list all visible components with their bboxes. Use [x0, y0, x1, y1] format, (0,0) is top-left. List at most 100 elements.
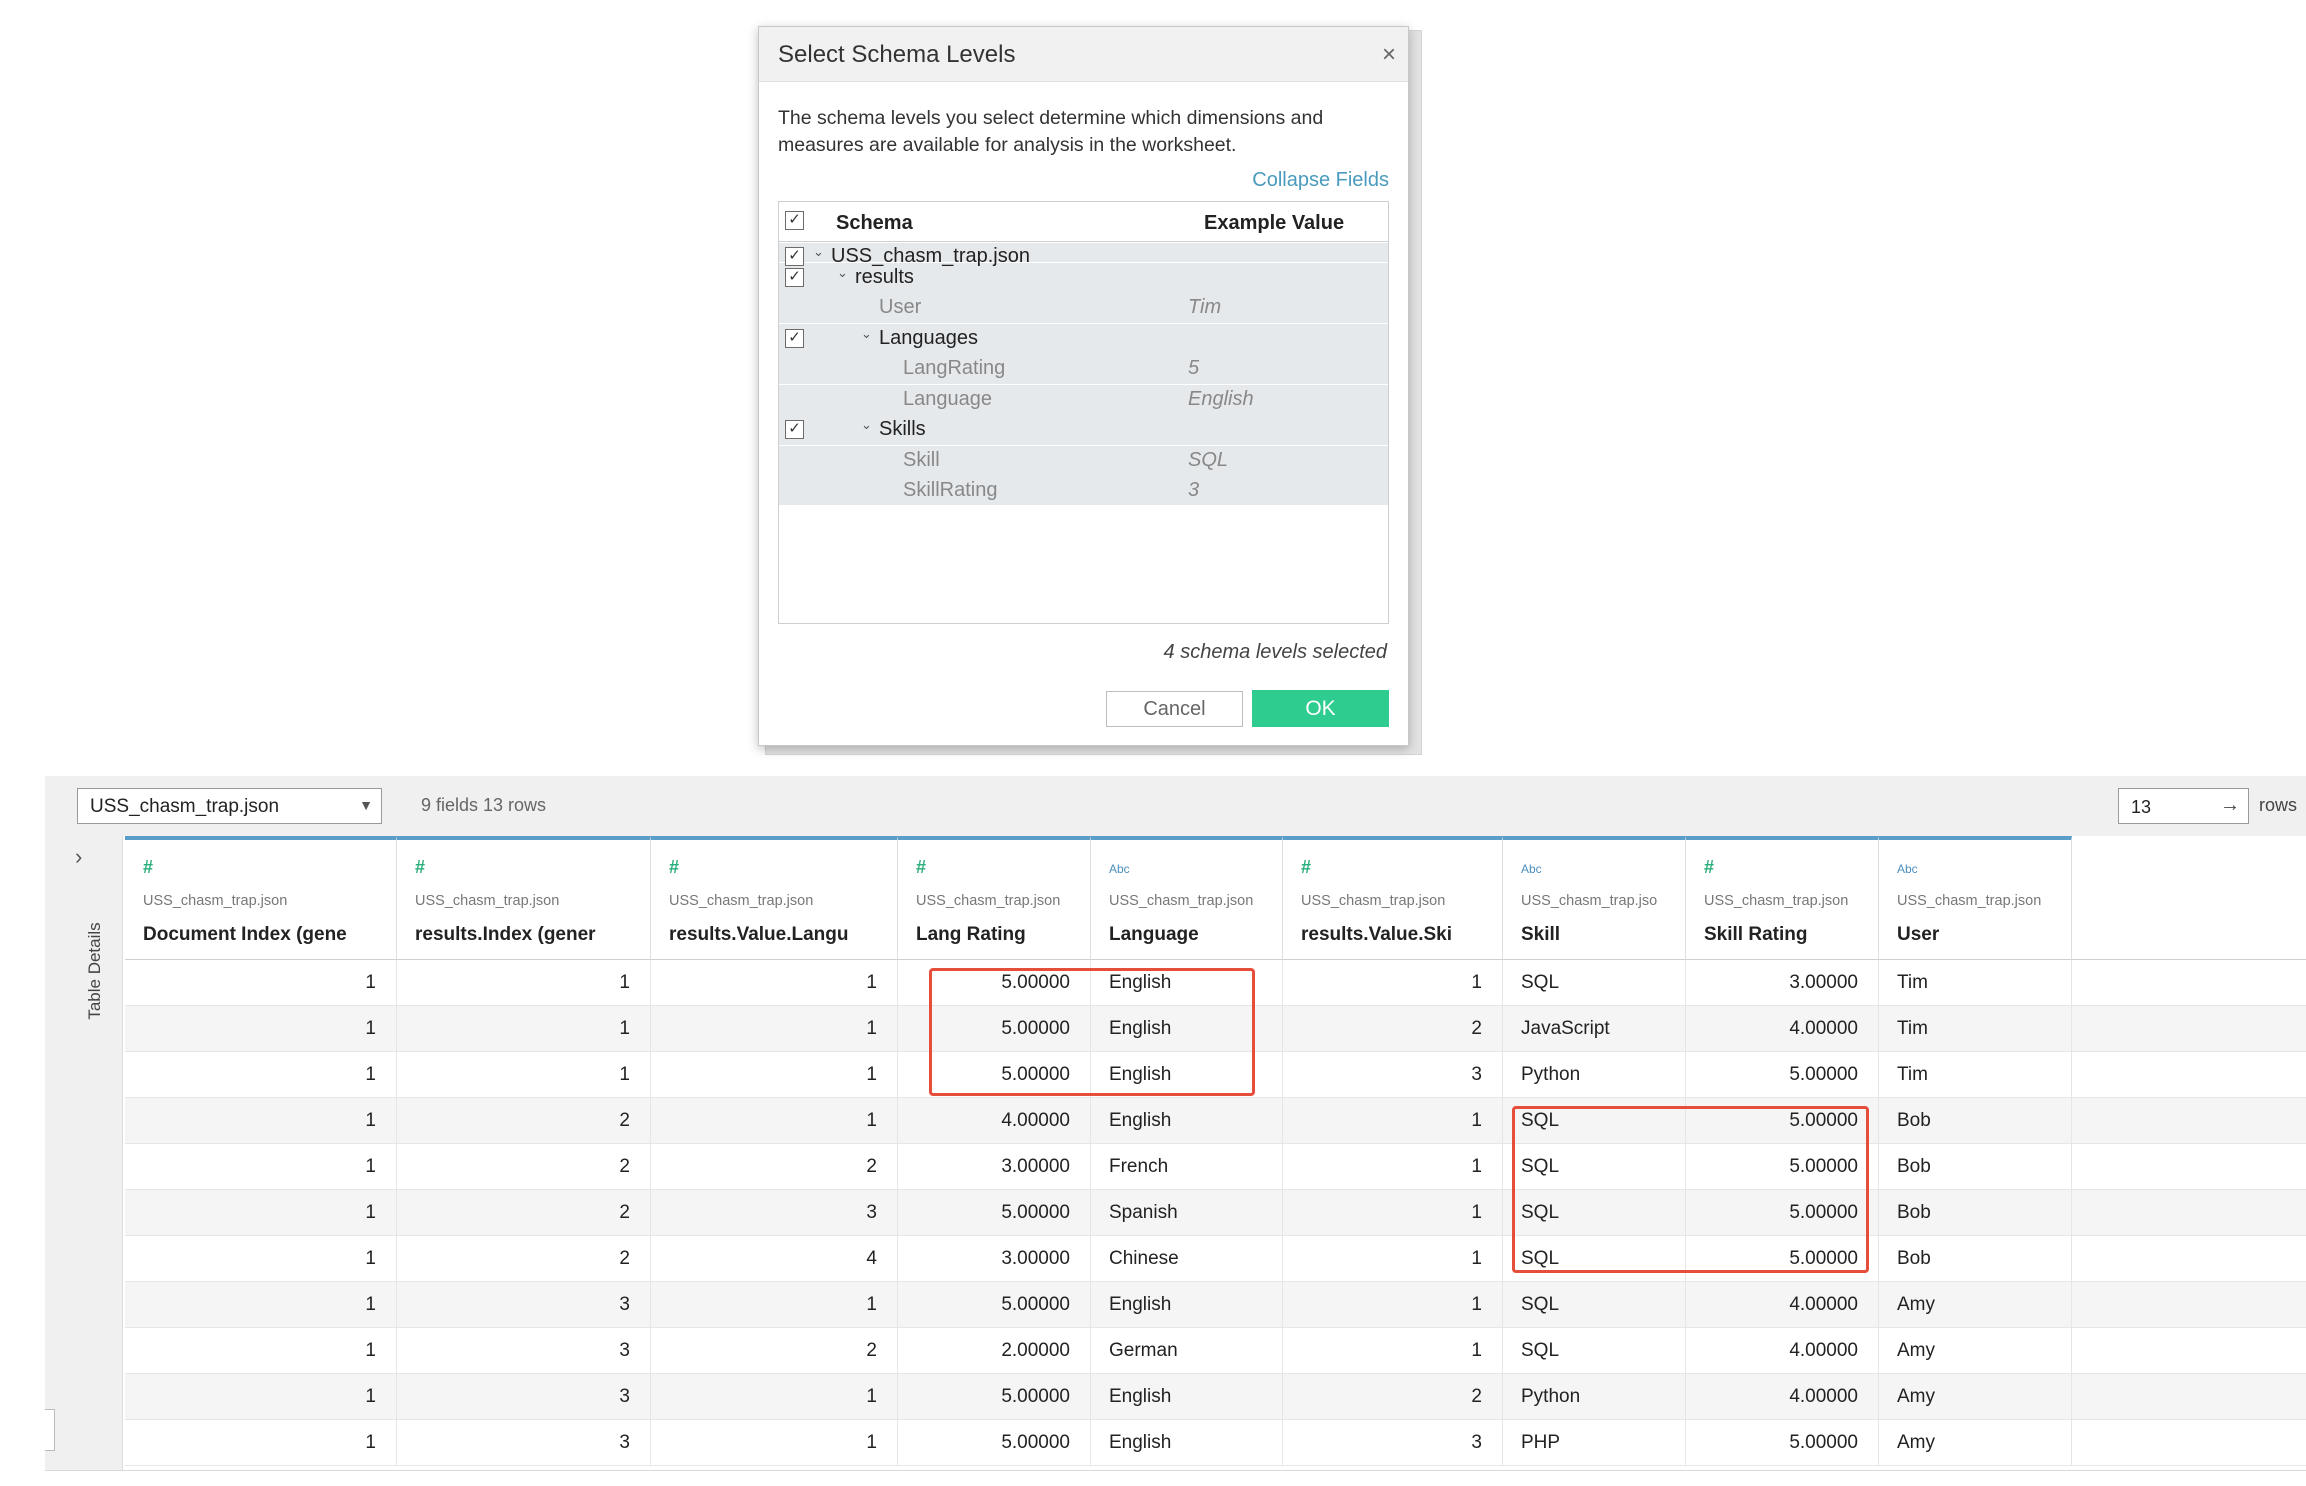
table-cell: 4 [651, 1236, 898, 1281]
level-checkbox[interactable]: ✓ [785, 329, 804, 348]
close-icon[interactable]: × [1382, 41, 1396, 69]
table-details-label[interactable]: Table Details [85, 901, 109, 1041]
table-cell: 3 [1283, 1052, 1503, 1097]
schema-row-languages[interactable]: ✓ ⌄ Languages [779, 324, 1388, 354]
column-header[interactable]: # USS_chasm_trap.json Lang Rating [898, 836, 1091, 960]
table-cell: 1 [651, 1098, 898, 1143]
cancel-button[interactable]: Cancel [1106, 691, 1243, 727]
table-cell: 2 [397, 1098, 651, 1143]
string-type-icon[interactable]: Abc [1521, 862, 1542, 876]
number-type-icon[interactable]: # [916, 857, 926, 878]
column-header[interactable]: # USS_chasm_trap.json Skill Rating [1686, 836, 1879, 960]
ok-button[interactable]: OK [1252, 690, 1389, 727]
column-header[interactable]: # USS_chasm_trap.json Document Index (gene [125, 836, 397, 960]
string-type-icon[interactable]: Abc [1109, 862, 1130, 876]
table-cell: 1 [125, 1006, 397, 1051]
column-header[interactable]: # USS_chasm_trap.json results.Index (gener [397, 836, 651, 960]
string-type-icon[interactable]: Abc [1897, 862, 1918, 876]
chevron-right-icon[interactable]: › [75, 844, 82, 870]
number-type-icon[interactable]: # [1704, 857, 1714, 878]
table-cell: Bob [1879, 1098, 2072, 1143]
table-cell: 1 [651, 1420, 898, 1465]
table-cell: Tim [1879, 1006, 2072, 1051]
table-row[interactable]: 1 1 1 5.00000 English 3 Python 5.00000 Tim [125, 1052, 2306, 1098]
table-cell: 5.00000 [898, 960, 1091, 1005]
table-cell: SQL [1503, 1282, 1686, 1327]
number-type-icon[interactable]: # [143, 857, 153, 878]
chevron-down-icon[interactable]: ⌄ [861, 326, 872, 342]
table-cell: 1 [1283, 1144, 1503, 1189]
rows-count-input[interactable]: 13 → [2118, 788, 2249, 824]
table-cell: 1 [125, 960, 397, 1005]
table-cell: 4.00000 [1686, 1282, 1879, 1327]
table-cell: SQL [1503, 960, 1686, 1005]
table-cell: 2 [397, 1144, 651, 1189]
table-cell: SQL [1503, 1236, 1686, 1281]
table-cell: 1 [397, 1052, 651, 1097]
table-row[interactable]: 1 1 1 5.00000 English 1 SQL 3.00000 Tim [125, 960, 2306, 1006]
table-cell: Amy [1879, 1282, 2072, 1327]
level-checkbox[interactable]: ✓ [785, 420, 804, 439]
example-value: 5 [1188, 357, 1200, 379]
column-header[interactable]: Abc USS_chasm_trap.json User [1879, 836, 2072, 960]
datasource-select[interactable]: USS_chasm_trap.json ▼ [77, 788, 382, 824]
chevron-down-icon[interactable]: ⌄ [861, 417, 872, 433]
column-name: Lang Rating [916, 924, 1026, 945]
table-row[interactable]: 1 1 1 5.00000 English 2 JavaScript 4.00000 Tim [125, 1006, 2306, 1052]
arrow-right-icon[interactable]: → [2220, 794, 2240, 817]
table-cell: 3.00000 [1686, 960, 1879, 1005]
chevron-down-icon[interactable]: ⌄ [813, 244, 824, 260]
table-row[interactable]: 1 2 4 3.00000 Chinese 1 SQL 5.00000 Bob [125, 1236, 2306, 1282]
table-cell: 1 [1283, 1236, 1503, 1281]
table-cell: 2.00000 [898, 1328, 1091, 1373]
column-source: USS_chasm_trap.json [415, 893, 560, 909]
table-row[interactable]: 1 3 1 5.00000 English 3 PHP 5.00000 Amy [125, 1420, 2306, 1466]
table-row[interactable]: 1 2 3 5.00000 Spanish 1 SQL 5.00000 Bob [125, 1190, 2306, 1236]
select-all-checkbox[interactable]: ✓ [785, 211, 804, 230]
table-cell: Tim [1879, 1052, 2072, 1097]
fields-rows-summary: 9 fields 13 rows [421, 795, 547, 815]
table-cell: 5.00000 [1686, 1144, 1879, 1189]
chevron-down-icon[interactable]: ⌄ [837, 265, 848, 281]
table-row[interactable]: 1 2 1 4.00000 English 1 SQL 5.00000 Bob [125, 1098, 2306, 1144]
column-header[interactable]: Abc USS_chasm_trap.json Language [1091, 836, 1283, 960]
table-row[interactable]: 1 3 2 2.00000 German 1 SQL 4.00000 Amy [125, 1328, 2306, 1374]
table-cell: 3 [1283, 1420, 1503, 1465]
data-preview-pane: USS_chasm_trap.json ▼ 9 fields 13 rows 1… [45, 776, 2306, 1471]
table-row[interactable]: 1 3 1 5.00000 English 1 SQL 4.00000 Amy [125, 1282, 2306, 1328]
table-row[interactable]: 1 3 1 5.00000 English 2 Python 4.00000 Amy [125, 1374, 2306, 1420]
collapse-fields-link[interactable]: Collapse Fields [1252, 169, 1389, 192]
select-schema-levels-dialog: Select Schema Levels × The schema levels… [758, 26, 1409, 746]
side-handle[interactable] [45, 1409, 55, 1451]
table-cell: 1 [1283, 1190, 1503, 1235]
level-checkbox[interactable]: ✓ [785, 268, 804, 287]
table-cell: 5.00000 [898, 1420, 1091, 1465]
schema-level-label: Skills [879, 418, 926, 440]
table-cell: Amy [1879, 1420, 2072, 1465]
column-header[interactable]: Abc USS_chasm_trap.jso Skill [1503, 836, 1686, 960]
column-name: results.Index (gener [415, 924, 596, 945]
table-cell: 2 [397, 1190, 651, 1235]
table-cell: 1 [125, 1328, 397, 1373]
schema-row-skills[interactable]: ✓ ⌄ Skills [779, 415, 1388, 445]
number-type-icon[interactable]: # [669, 857, 679, 878]
table-cell: 1 [1283, 1098, 1503, 1143]
example-value: SQL [1188, 449, 1229, 471]
table-cell: English [1091, 1098, 1283, 1143]
table-cell: 1 [651, 1374, 898, 1419]
rows-count-value: 13 [2131, 797, 2152, 817]
table-cell: PHP [1503, 1420, 1686, 1465]
number-type-icon[interactable]: # [1301, 857, 1311, 878]
schema-row-results[interactable]: ✓ ⌄ results [779, 263, 1388, 293]
table-cell: 2 [651, 1328, 898, 1373]
number-type-icon[interactable]: # [415, 857, 425, 878]
column-header[interactable]: # USS_chasm_trap.json results.Value.Ski [1283, 836, 1503, 960]
column-header[interactable]: # USS_chasm_trap.json results.Value.Langu [651, 836, 898, 960]
table-cell: English [1091, 1052, 1283, 1097]
table-cell: 5.00000 [1686, 1420, 1879, 1465]
table-cell: 4.00000 [1686, 1374, 1879, 1419]
table-cell: 4.00000 [1686, 1006, 1879, 1051]
table-row[interactable]: 1 2 2 3.00000 French 1 SQL 5.00000 Bob [125, 1144, 2306, 1190]
schema-tree: ✓ Schema Example Value ✓ ⌄ USS_chasm_tra… [778, 201, 1389, 624]
table-details-strip: › Table Details [45, 836, 123, 1470]
